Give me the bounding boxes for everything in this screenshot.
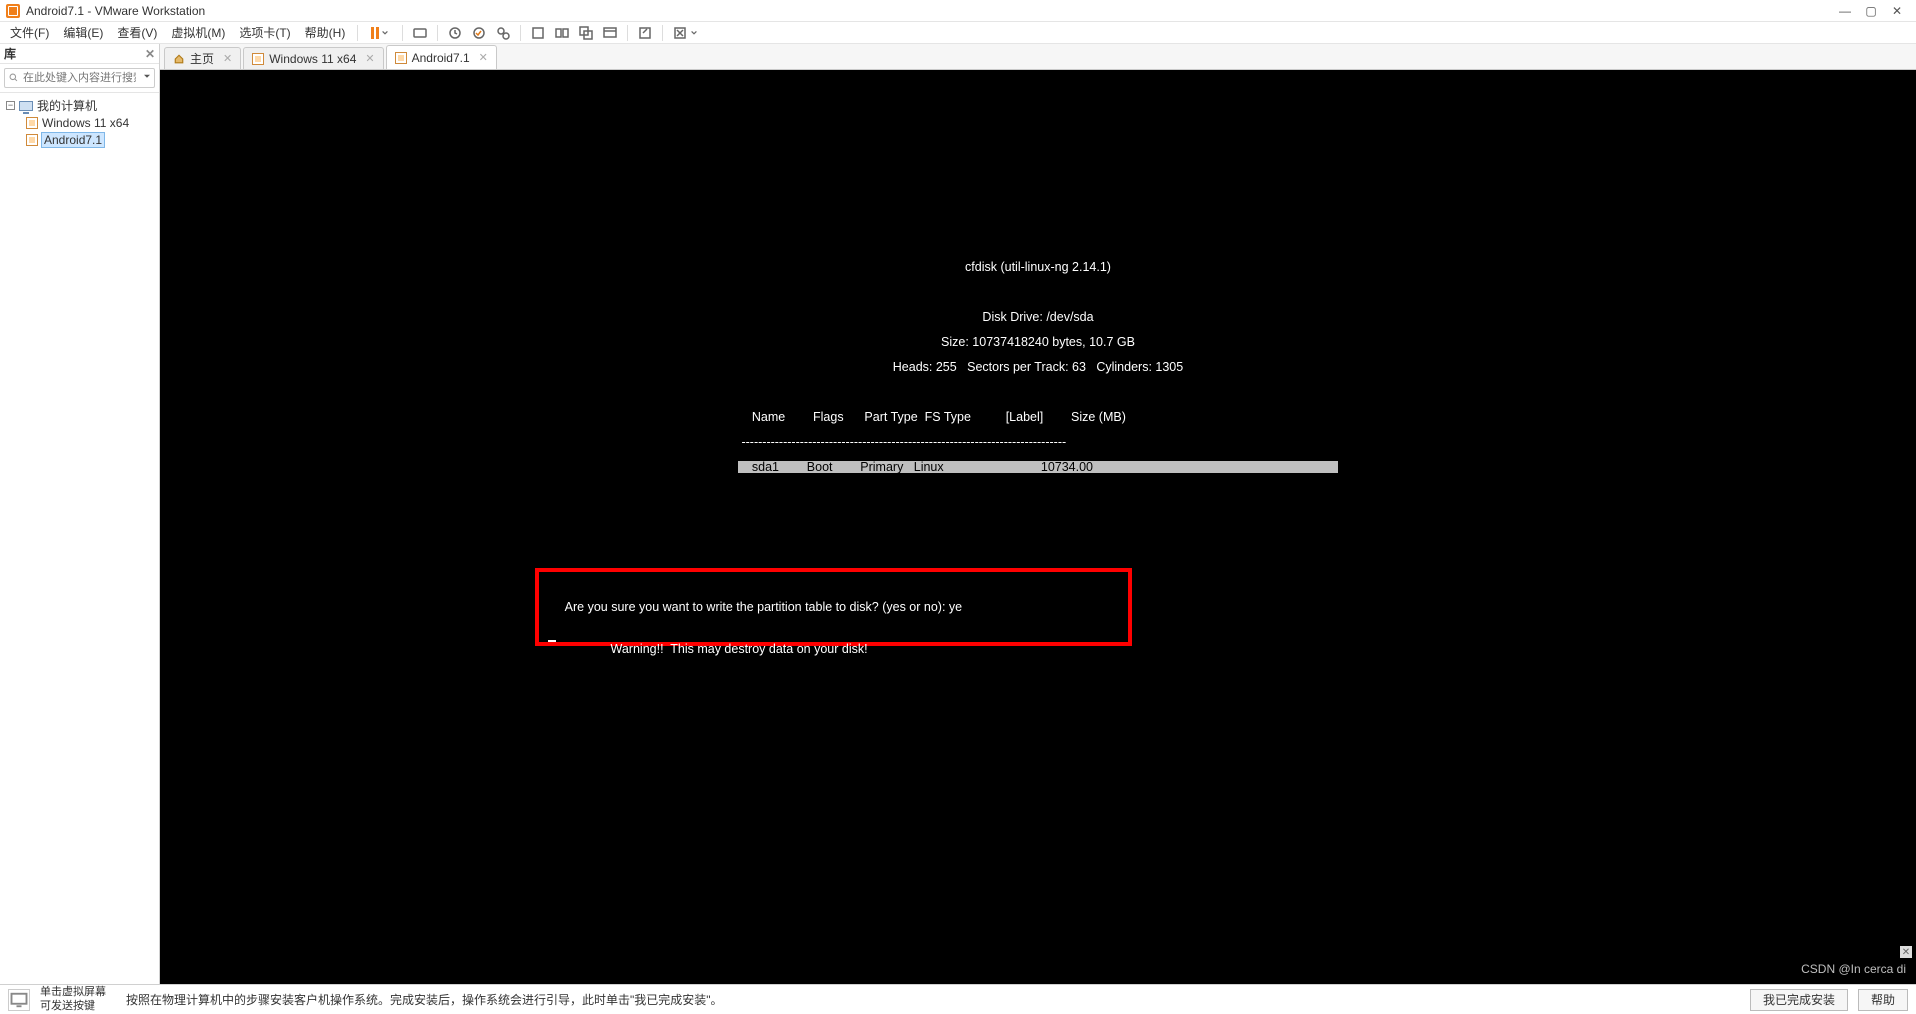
content-area: 库 ✕ − 我的计算机 Windows 11 x64 Android7.1 xyxy=(0,44,1916,984)
cfdisk-prompt: Are you sure you want to write the parti… xyxy=(548,600,1288,614)
cfdisk-warning: Warning!! This may destroy data on your … xyxy=(548,642,1288,656)
pause-icon xyxy=(371,27,379,39)
snapshot-button[interactable] xyxy=(444,23,466,43)
menu-vm[interactable]: 虚拟机(M) xyxy=(165,22,231,43)
search-icon xyxy=(8,72,19,83)
view-unity-button[interactable] xyxy=(575,23,597,43)
collapse-icon[interactable]: − xyxy=(6,101,15,110)
cfdisk-screen: cfdisk (util-linux-ng 2.14.1) Disk Drive… xyxy=(738,248,1338,498)
view-single-button[interactable] xyxy=(527,23,549,43)
manage-snapshots-button[interactable] xyxy=(492,23,514,43)
hint-line1: 单击虚拟屏幕 xyxy=(40,986,106,999)
pause-button[interactable] xyxy=(364,23,396,43)
menu-edit[interactable]: 编辑(E) xyxy=(57,22,109,43)
cfdisk-row-selected: sda1 Boot Primary Linux 10734.00 xyxy=(738,461,1338,474)
menu-help[interactable]: 帮助(H) xyxy=(299,22,352,43)
vm-icon xyxy=(26,117,38,129)
tab-label: Android7.1 xyxy=(412,51,470,65)
fullscreen-button[interactable] xyxy=(634,23,656,43)
fullscreen-icon xyxy=(637,25,653,41)
titlebar: Android7.1 - VMware Workstation — ▢ ✕ xyxy=(0,0,1916,22)
tab-windows11[interactable]: Windows 11 x64 ✕ xyxy=(243,47,383,69)
menubar: 文件(F) 编辑(E) 查看(V) 虚拟机(M) 选项卡(T) 帮助(H) xyxy=(0,22,1916,44)
separator xyxy=(402,25,403,41)
vm-icon xyxy=(395,52,407,64)
tree-item-label: Windows 11 x64 xyxy=(42,116,129,130)
watermark: CSDN @In cerca di xyxy=(1801,962,1906,976)
dismiss-hint-button[interactable]: ✕ xyxy=(1900,946,1912,958)
split-icon xyxy=(554,25,570,41)
separator xyxy=(662,25,663,41)
snapshots-icon xyxy=(495,25,511,41)
vm-console[interactable]: cfdisk (util-linux-ng 2.14.1) Disk Drive… xyxy=(160,70,1916,984)
minimize-button[interactable]: — xyxy=(1832,2,1858,20)
sidebar-header: 库 ✕ xyxy=(0,44,159,64)
cfdisk-size: Size: 10737418240 bytes, 10.7 GB xyxy=(738,336,1338,349)
separator xyxy=(627,25,628,41)
vm-icon xyxy=(26,134,38,146)
tab-close-button[interactable]: ✕ xyxy=(365,52,374,65)
tabstrip: 主页 ✕ Windows 11 x64 ✕ Android7.1 ✕ xyxy=(160,44,1916,70)
stretch-icon xyxy=(672,25,688,41)
tree-root-label: 我的计算机 xyxy=(37,97,97,114)
cfdisk-divider: ----------------------------------------… xyxy=(738,436,1338,449)
screen-icon xyxy=(8,989,30,1011)
install-hint-bar: 单击虚拟屏幕 可发送按键 按照在物理计算机中的步骤安装客户机操作系统。完成安装后… xyxy=(0,984,1916,1014)
home-icon xyxy=(173,53,185,65)
menu-tabs[interactable]: 选项卡(T) xyxy=(233,22,296,43)
tab-home[interactable]: 主页 ✕ xyxy=(164,47,241,69)
cfdisk-title: cfdisk (util-linux-ng 2.14.1) xyxy=(738,261,1338,274)
view-console-button[interactable] xyxy=(599,23,621,43)
clock-icon xyxy=(447,25,463,41)
hint-line2: 可发送按键 xyxy=(40,1000,106,1013)
tab-close-button[interactable]: ✕ xyxy=(479,51,488,64)
sidebar-title: 库 xyxy=(4,45,16,62)
single-window-icon xyxy=(530,25,546,41)
library-tree: − 我的计算机 Windows 11 x64 Android7.1 xyxy=(0,93,159,152)
menu-view[interactable]: 查看(V) xyxy=(111,22,163,43)
send-ctrlaltdel-button[interactable] xyxy=(409,23,431,43)
cfdisk-geom: Heads: 255 Sectors per Track: 63 Cylinde… xyxy=(738,361,1338,374)
close-button[interactable]: ✕ xyxy=(1884,2,1910,20)
vm-icon xyxy=(252,53,264,65)
cfdisk-drive: Disk Drive: /dev/sda xyxy=(738,311,1338,324)
computer-icon xyxy=(19,101,33,111)
cfdisk-prompt-block: Are you sure you want to write the parti… xyxy=(548,586,1288,684)
stretch-button[interactable] xyxy=(669,23,701,43)
chevron-down-icon xyxy=(690,29,698,37)
revert-icon xyxy=(471,25,487,41)
chevron-down-icon xyxy=(143,74,151,80)
revert-button[interactable] xyxy=(468,23,490,43)
tab-label: Windows 11 x64 xyxy=(269,52,356,66)
main-pane: 主页 ✕ Windows 11 x64 ✕ Android7.1 ✕ cfdis… xyxy=(160,44,1916,984)
unity-icon xyxy=(578,25,594,41)
search-input[interactable] xyxy=(4,68,155,88)
app-icon xyxy=(6,4,20,18)
finish-install-button[interactable]: 我已完成安装 xyxy=(1750,989,1848,1011)
tree-root[interactable]: − 我的计算机 xyxy=(0,97,159,114)
sidebar-close-button[interactable]: ✕ xyxy=(145,47,155,61)
install-message: 按照在物理计算机中的步骤安装客户机操作系统。完成安装后，操作系统会进行引导，此时… xyxy=(126,991,723,1008)
separator xyxy=(437,25,438,41)
maximize-button[interactable]: ▢ xyxy=(1858,2,1884,20)
cfdisk-columns: Name Flags Part Type FS Type [Label] Siz… xyxy=(738,411,1338,424)
tab-android71[interactable]: Android7.1 ✕ xyxy=(386,45,497,69)
view-split-button[interactable] xyxy=(551,23,573,43)
tab-close-button[interactable]: ✕ xyxy=(223,52,232,65)
tab-label: 主页 xyxy=(190,50,214,67)
tree-item-label: Android7.1 xyxy=(42,133,104,147)
help-button[interactable]: 帮助 xyxy=(1858,989,1908,1011)
tree-item-windows11[interactable]: Windows 11 x64 xyxy=(0,114,159,131)
tree-item-android71[interactable]: Android7.1 xyxy=(0,131,159,148)
separator xyxy=(520,25,521,41)
keyboard-icon xyxy=(412,25,428,41)
sidebar-search xyxy=(0,64,159,93)
hint-text: 单击虚拟屏幕 可发送按键 xyxy=(40,986,106,1012)
menu-file[interactable]: 文件(F) xyxy=(4,22,55,43)
window-title: Android7.1 - VMware Workstation xyxy=(26,4,205,18)
separator xyxy=(357,25,358,41)
console-icon xyxy=(602,25,618,41)
sidebar: 库 ✕ − 我的计算机 Windows 11 x64 Android7.1 xyxy=(0,44,160,984)
chevron-down-icon xyxy=(381,29,389,37)
